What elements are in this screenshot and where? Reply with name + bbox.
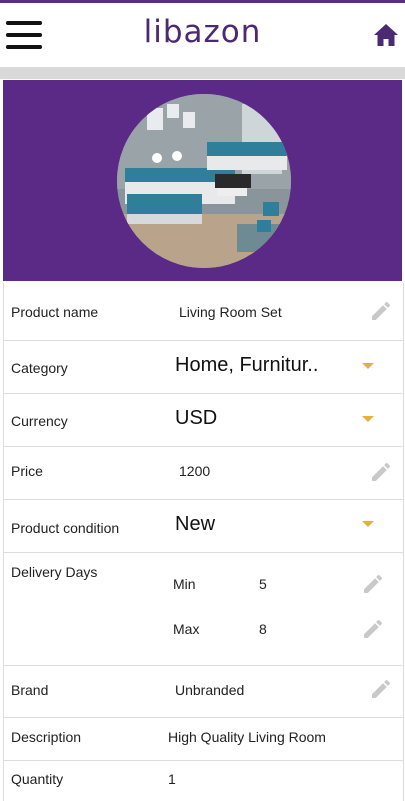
product-photo[interactable]	[117, 94, 291, 268]
pencil-icon[interactable]	[369, 460, 393, 484]
home-icon[interactable]	[373, 23, 399, 47]
delivery-min-value[interactable]: 5	[259, 576, 267, 592]
delivery-days-row: Delivery Days Min 5 Max 8	[4, 553, 403, 666]
delivery-max-label: Max	[173, 621, 200, 637]
app-logo[interactable]: libazon	[0, 14, 405, 50]
pencil-icon[interactable]	[361, 617, 385, 641]
delivery-max-value[interactable]: 8	[259, 621, 267, 637]
category-select[interactable]: Home, Furnitur..	[175, 354, 318, 377]
app-header: libazon	[0, 3, 405, 67]
condition-select[interactable]: New	[175, 513, 215, 536]
currency-label: Currency	[11, 413, 68, 429]
brand-value[interactable]: Unbranded	[175, 682, 244, 698]
quantity-label: Quantity	[11, 771, 64, 787]
delivery-min-label: Min	[173, 576, 196, 592]
pencil-icon[interactable]	[369, 299, 393, 323]
header-divider	[0, 67, 405, 79]
product-image-banner	[3, 80, 402, 281]
dropdown-caret-icon[interactable]	[362, 363, 374, 369]
currency-row[interactable]: Currency USD	[4, 394, 403, 447]
living-room-image	[117, 94, 291, 268]
quantity-row: Quantity 1	[4, 761, 403, 801]
description-label: Description	[11, 729, 82, 745]
product-name-row: Product name Living Room Set	[4, 283, 403, 341]
pencil-icon[interactable]	[369, 677, 393, 701]
brand-label: Brand	[11, 682, 49, 698]
price-value[interactable]: 1200	[179, 463, 210, 479]
category-label: Category	[11, 360, 68, 376]
description-value[interactable]: High Quality Living Room	[168, 729, 326, 745]
pencil-icon[interactable]	[361, 572, 385, 596]
currency-select[interactable]: USD	[175, 407, 217, 430]
product-name-label: Product name	[11, 304, 99, 320]
category-row[interactable]: Category Home, Furnitur..	[4, 341, 403, 394]
price-label: Price	[11, 463, 43, 479]
price-row: Price 1200	[4, 447, 403, 500]
quantity-value[interactable]: 1	[168, 771, 176, 787]
dropdown-caret-icon[interactable]	[362, 416, 374, 422]
delivery-days-label: Delivery Days	[11, 564, 98, 580]
dropdown-caret-icon[interactable]	[362, 521, 374, 527]
description-row: Description High Quality Living Room	[4, 718, 403, 761]
condition-row[interactable]: Product condition New	[4, 500, 403, 553]
product-details-form: Product name Living Room Set Category Ho…	[3, 283, 404, 801]
brand-row: Brand Unbranded	[4, 666, 403, 718]
condition-label: Product condition	[11, 520, 120, 536]
product-name-value[interactable]: Living Room Set	[179, 304, 282, 320]
